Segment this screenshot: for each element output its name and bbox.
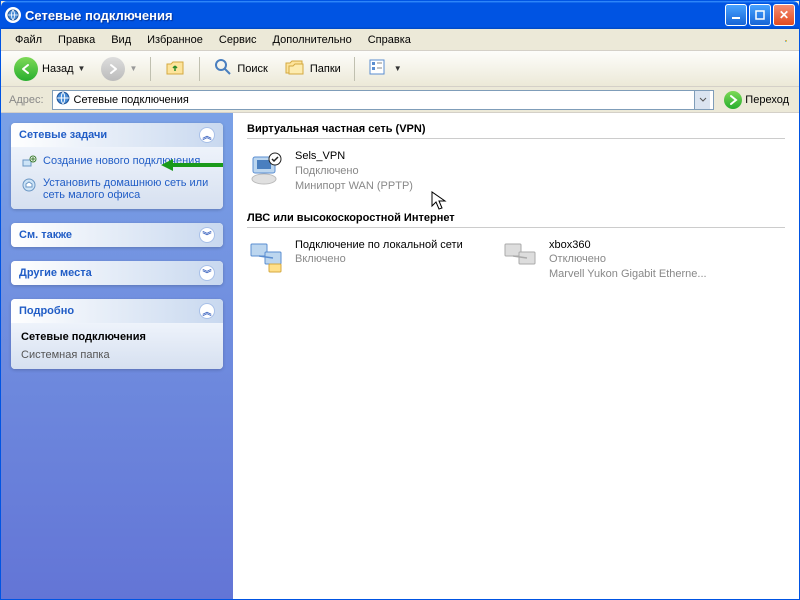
main-content: Виртуальная частная сеть (VPN) Sels_VPN … — [233, 113, 799, 599]
see-also-panel: См. также ︾ — [11, 223, 223, 247]
forward-arrow-icon — [101, 57, 125, 81]
details-name: Сетевые подключения — [21, 331, 213, 343]
chevron-up-icon: ︽ — [199, 303, 215, 319]
other-places-header[interactable]: Другие места ︾ — [11, 261, 223, 285]
task-label: Создание нового подключения — [43, 155, 200, 167]
separator — [199, 57, 200, 81]
go-button[interactable]: Переход — [718, 90, 795, 110]
toolbar: Назад ▼ ▼ Поиск Папки ▼ — [1, 51, 799, 87]
new-connection-icon — [21, 155, 37, 171]
sidebar: Сетевые задачи ︽ Создание нового подключ… — [1, 113, 233, 599]
network-connections-icon — [56, 91, 70, 108]
menu-favorites[interactable]: Избранное — [139, 32, 211, 48]
create-new-connection-task[interactable]: Создание нового подключения — [21, 155, 213, 171]
up-button[interactable] — [157, 55, 193, 83]
titlebar: Сетевые подключения ✕ — [1, 1, 799, 29]
other-places-panel: Другие места ︾ — [11, 261, 223, 285]
close-button[interactable]: ✕ — [773, 4, 795, 26]
address-dropdown-button[interactable] — [694, 91, 710, 109]
connection-name: Подключение по локальной сети — [295, 238, 463, 253]
windows-logo-icon — [777, 31, 795, 49]
network-tasks-panel: Сетевые задачи ︽ Создание нового подключ… — [11, 123, 223, 209]
maximize-button[interactable] — [749, 4, 771, 26]
back-arrow-icon — [14, 57, 38, 81]
folders-button[interactable]: Папки — [277, 55, 348, 83]
separator — [150, 57, 151, 81]
setup-home-network-task[interactable]: Установить домашнюю сеть или сеть малого… — [21, 177, 213, 201]
details-panel: Подробно ︽ Сетевые подключения Системная… — [11, 299, 223, 369]
search-icon — [213, 57, 233, 80]
panel-title: Подробно — [19, 305, 74, 317]
folder-up-icon — [164, 56, 186, 81]
home-network-icon — [21, 177, 37, 193]
menu-tools[interactable]: Сервис — [211, 32, 265, 48]
group-lan-title: ЛВС или высокоскоростной Интернет — [247, 212, 785, 228]
connection-device: Marvell Yukon Gigabit Etherne... — [549, 267, 707, 282]
task-label: Установить домашнюю сеть или сеть малого… — [43, 177, 213, 201]
menu-edit[interactable]: Правка — [50, 32, 103, 48]
dropdown-icon: ▼ — [394, 64, 402, 73]
address-field[interactable]: Сетевые подключения — [52, 90, 715, 110]
folders-icon — [284, 57, 306, 80]
menu-help[interactable]: Справка — [360, 32, 419, 48]
network-tasks-header[interactable]: Сетевые задачи ︽ — [11, 123, 223, 147]
search-button[interactable]: Поиск — [206, 55, 274, 83]
search-label: Поиск — [237, 63, 267, 75]
connection-name: xbox360 — [549, 238, 707, 253]
panel-title: См. также — [19, 229, 72, 241]
chevron-up-icon: ︽ — [199, 127, 215, 143]
folders-label: Папки — [310, 63, 341, 75]
views-button[interactable]: ▼ — [361, 55, 409, 83]
address-label: Адрес: — [5, 94, 48, 106]
window-title: Сетевые подключения — [25, 8, 725, 23]
vpn-connection-icon — [247, 149, 287, 189]
back-button[interactable]: Назад ▼ — [7, 55, 92, 83]
group-vpn-title: Виртуальная частная сеть (VPN) — [247, 123, 785, 139]
menu-advanced[interactable]: Дополнительно — [265, 32, 360, 48]
back-label: Назад — [42, 63, 74, 75]
go-label: Переход — [745, 94, 789, 106]
go-arrow-icon — [724, 91, 742, 109]
chevron-down-icon: ︾ — [199, 265, 215, 281]
details-header[interactable]: Подробно ︽ — [11, 299, 223, 323]
lan-disabled-icon — [501, 238, 541, 278]
minimize-button[interactable] — [725, 4, 747, 26]
connection-status: Включено — [295, 252, 463, 267]
connection-name: Sels_VPN — [295, 149, 413, 164]
dropdown-icon: ▼ — [129, 64, 137, 73]
details-type: Системная папка — [21, 349, 213, 361]
connection-status: Отключено — [549, 252, 707, 267]
panel-title: Другие места — [19, 267, 92, 279]
connection-item-vpn[interactable]: Sels_VPN Подключено Минипорт WAN (PPTP) — [247, 149, 477, 194]
connection-item-xbox[interactable]: xbox360 Отключено Marvell Yukon Gigabit … — [501, 238, 731, 283]
connection-item-lan[interactable]: Подключение по локальной сети Включено — [247, 238, 477, 283]
menu-file[interactable]: Файл — [7, 32, 50, 48]
forward-button[interactable]: ▼ — [94, 55, 144, 83]
menu-view[interactable]: Вид — [103, 32, 139, 48]
network-connections-icon — [5, 7, 21, 23]
menubar: Файл Правка Вид Избранное Сервис Дополни… — [1, 29, 799, 51]
panel-title: Сетевые задачи — [19, 129, 107, 141]
views-icon — [368, 57, 390, 80]
address-value: Сетевые подключения — [74, 94, 691, 106]
separator — [354, 57, 355, 81]
lan-connection-icon — [247, 238, 287, 278]
see-also-header[interactable]: См. также ︾ — [11, 223, 223, 247]
connection-status: Подключено — [295, 164, 413, 179]
addressbar: Адрес: Сетевые подключения Переход — [1, 87, 799, 113]
connection-device: Минипорт WAN (PPTP) — [295, 179, 413, 194]
dropdown-icon: ▼ — [78, 64, 86, 73]
chevron-down-icon: ︾ — [199, 227, 215, 243]
